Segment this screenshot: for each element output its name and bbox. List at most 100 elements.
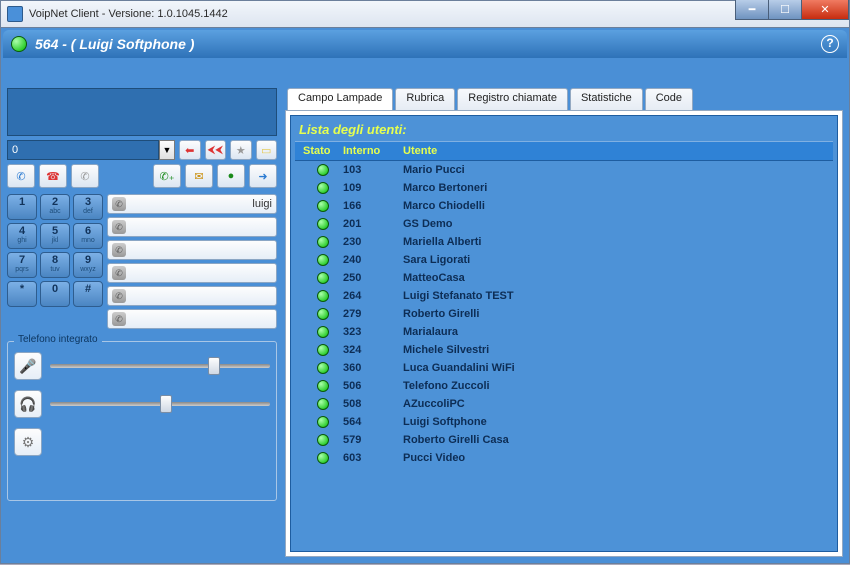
note-button[interactable]: ▭ [256,140,278,160]
back-button[interactable]: ⬅ [179,140,201,160]
list-row[interactable]: 109Marco Bertoneri [295,179,833,197]
dialkey-4[interactable]: 4ghi [7,223,37,249]
hold-button[interactable]: ✆ [71,164,99,188]
number-input[interactable] [7,140,159,160]
list-row[interactable]: 230Mariella Alberti [295,233,833,251]
settings-row: ⚙ [14,428,270,456]
presence-slot-2[interactable]: ✆ [107,240,277,260]
speaker-button[interactable]: 🎧 [14,390,42,418]
presence-slot-0[interactable]: ✆luigi [107,194,277,214]
maximize-button[interactable]: ☐ [768,0,802,20]
row-utente: Pucci Video [403,452,833,464]
number-combo[interactable]: ▼ [7,140,175,160]
list-row[interactable]: 508AZuccoliPC [295,395,833,413]
list-row[interactable]: 564Luigi Softphone [295,413,833,431]
number-dropdown-icon[interactable]: ▼ [159,140,175,160]
row-interno: 323 [343,326,403,338]
minimize-button[interactable]: ━ [735,0,769,20]
list-row[interactable]: 201GS Demo [295,215,833,233]
row-status [295,254,343,266]
dialkey-7[interactable]: 7pqrs [7,252,37,278]
list-row[interactable]: 603Pucci Video [295,449,833,467]
mic-slider[interactable] [50,364,270,368]
dialkey-0[interactable]: 0 [40,281,70,307]
user-title: 564 - ( Luigi Softphone ) [35,36,821,52]
tab-registro-chiamate[interactable]: Registro chiamate [457,88,568,110]
app-icon [7,6,23,22]
list-row[interactable]: 360Luca Guandalini WiFi [295,359,833,377]
user-header: 564 - ( Luigi Softphone ) ? [3,30,847,58]
row-interno: 103 [343,164,403,176]
presence-slot-5[interactable]: ✆ [107,309,277,329]
dialkey-6[interactable]: 6mno [73,223,103,249]
list-body: 103Mario Pucci109Marco Bertoneri166Marco… [295,161,833,467]
dialkey-9[interactable]: 9wxyz [73,252,103,278]
list-row[interactable]: 506Telefono Zuccoli [295,377,833,395]
number-input-row: ▼ ⬅ ⮜⮜ ★ ▭ [7,140,277,160]
dialkey-*[interactable]: * [7,281,37,307]
favorite-button[interactable]: ★ [230,140,252,160]
tab-statistiche[interactable]: Statistiche [570,88,643,110]
row-status [295,452,343,464]
dialkey-1[interactable]: 1 [7,194,37,220]
status-dot-icon [317,344,329,356]
call-action-row: ✆ ☎ ✆ ✆₊ ✉ ● ➜ [7,164,277,188]
mail-button[interactable]: ✉ [185,164,213,188]
row-status [295,200,343,212]
settings-button[interactable]: ⚙ [14,428,42,456]
dialkey-3[interactable]: 3def [73,194,103,220]
dialkey-2[interactable]: 2abc [40,194,70,220]
close-button[interactable]: ✕ [801,0,849,20]
list-row[interactable]: 240Sara Ligorati [295,251,833,269]
tab-rubrica[interactable]: Rubrica [395,88,455,110]
row-status [295,434,343,446]
mic-slider-thumb[interactable] [208,357,220,375]
speaker-slider-thumb[interactable] [160,395,172,413]
tab-code[interactable]: Code [645,88,693,110]
list-row[interactable]: 279Roberto Girelli [295,305,833,323]
header-stato: Stato [295,145,343,157]
presence-button[interactable]: ● [217,164,245,188]
right-panel: Campo LampadeRubricaRegistro chiamateSta… [285,88,843,557]
status-dot-icon [317,362,329,374]
row-status [295,380,343,392]
list-row[interactable]: 324Michele Silvestri [295,341,833,359]
speaker-slider[interactable] [50,402,270,406]
rewind-button[interactable]: ⮜⮜ [205,140,227,160]
help-button[interactable]: ? [821,35,839,53]
dialkey-#[interactable]: # [73,281,103,307]
group-legend: Telefono integrato [14,334,102,345]
status-dot-icon [317,434,329,446]
status-dot-icon [317,308,329,320]
list-row[interactable]: 264Luigi Stefanato TEST [295,287,833,305]
mic-button[interactable]: 🎤 [14,352,42,380]
list-row[interactable]: 250MatteoCasa [295,269,833,287]
presence-slot-4[interactable]: ✆ [107,286,277,306]
row-utente: Mariella Alberti [403,236,833,248]
window-titlebar: VoipNet Client - Versione: 1.0.1045.1442… [0,0,850,28]
integrated-phone-group: Telefono integrato 🎤 🎧 ⚙ [7,341,277,501]
hangup-button[interactable]: ☎ [39,164,67,188]
presence-phone-icon: ✆ [112,197,126,211]
tab-bar: Campo LampadeRubricaRegistro chiamateSta… [287,88,843,110]
presence-slot-3[interactable]: ✆ [107,263,277,283]
presence-slot-1[interactable]: ✆ [107,217,277,237]
row-status [295,290,343,302]
list-row[interactable]: 166Marco Chiodelli [295,197,833,215]
list-row[interactable]: 579Roberto Girelli Casa [295,431,833,449]
row-interno: 240 [343,254,403,266]
row-status [295,218,343,230]
dialkey-8[interactable]: 8tuv [40,252,70,278]
list-row[interactable]: 103Mario Pucci [295,161,833,179]
list-row[interactable]: 323Marialaura [295,323,833,341]
header-interno: Interno [343,145,403,157]
call-button[interactable]: ✆ [7,164,35,188]
row-status [295,236,343,248]
tab-campo-lampade[interactable]: Campo Lampade [287,88,393,110]
row-status [295,326,343,338]
dialkey-5[interactable]: 5jkl [40,223,70,249]
transfer-button[interactable]: ➜ [249,164,277,188]
presence-phone-icon: ✆ [112,266,126,280]
app-body: 564 - ( Luigi Softphone ) ? ▼ ⬅ ⮜⮜ ★ ▭ ✆… [0,28,850,564]
add-call-button[interactable]: ✆₊ [153,164,181,188]
